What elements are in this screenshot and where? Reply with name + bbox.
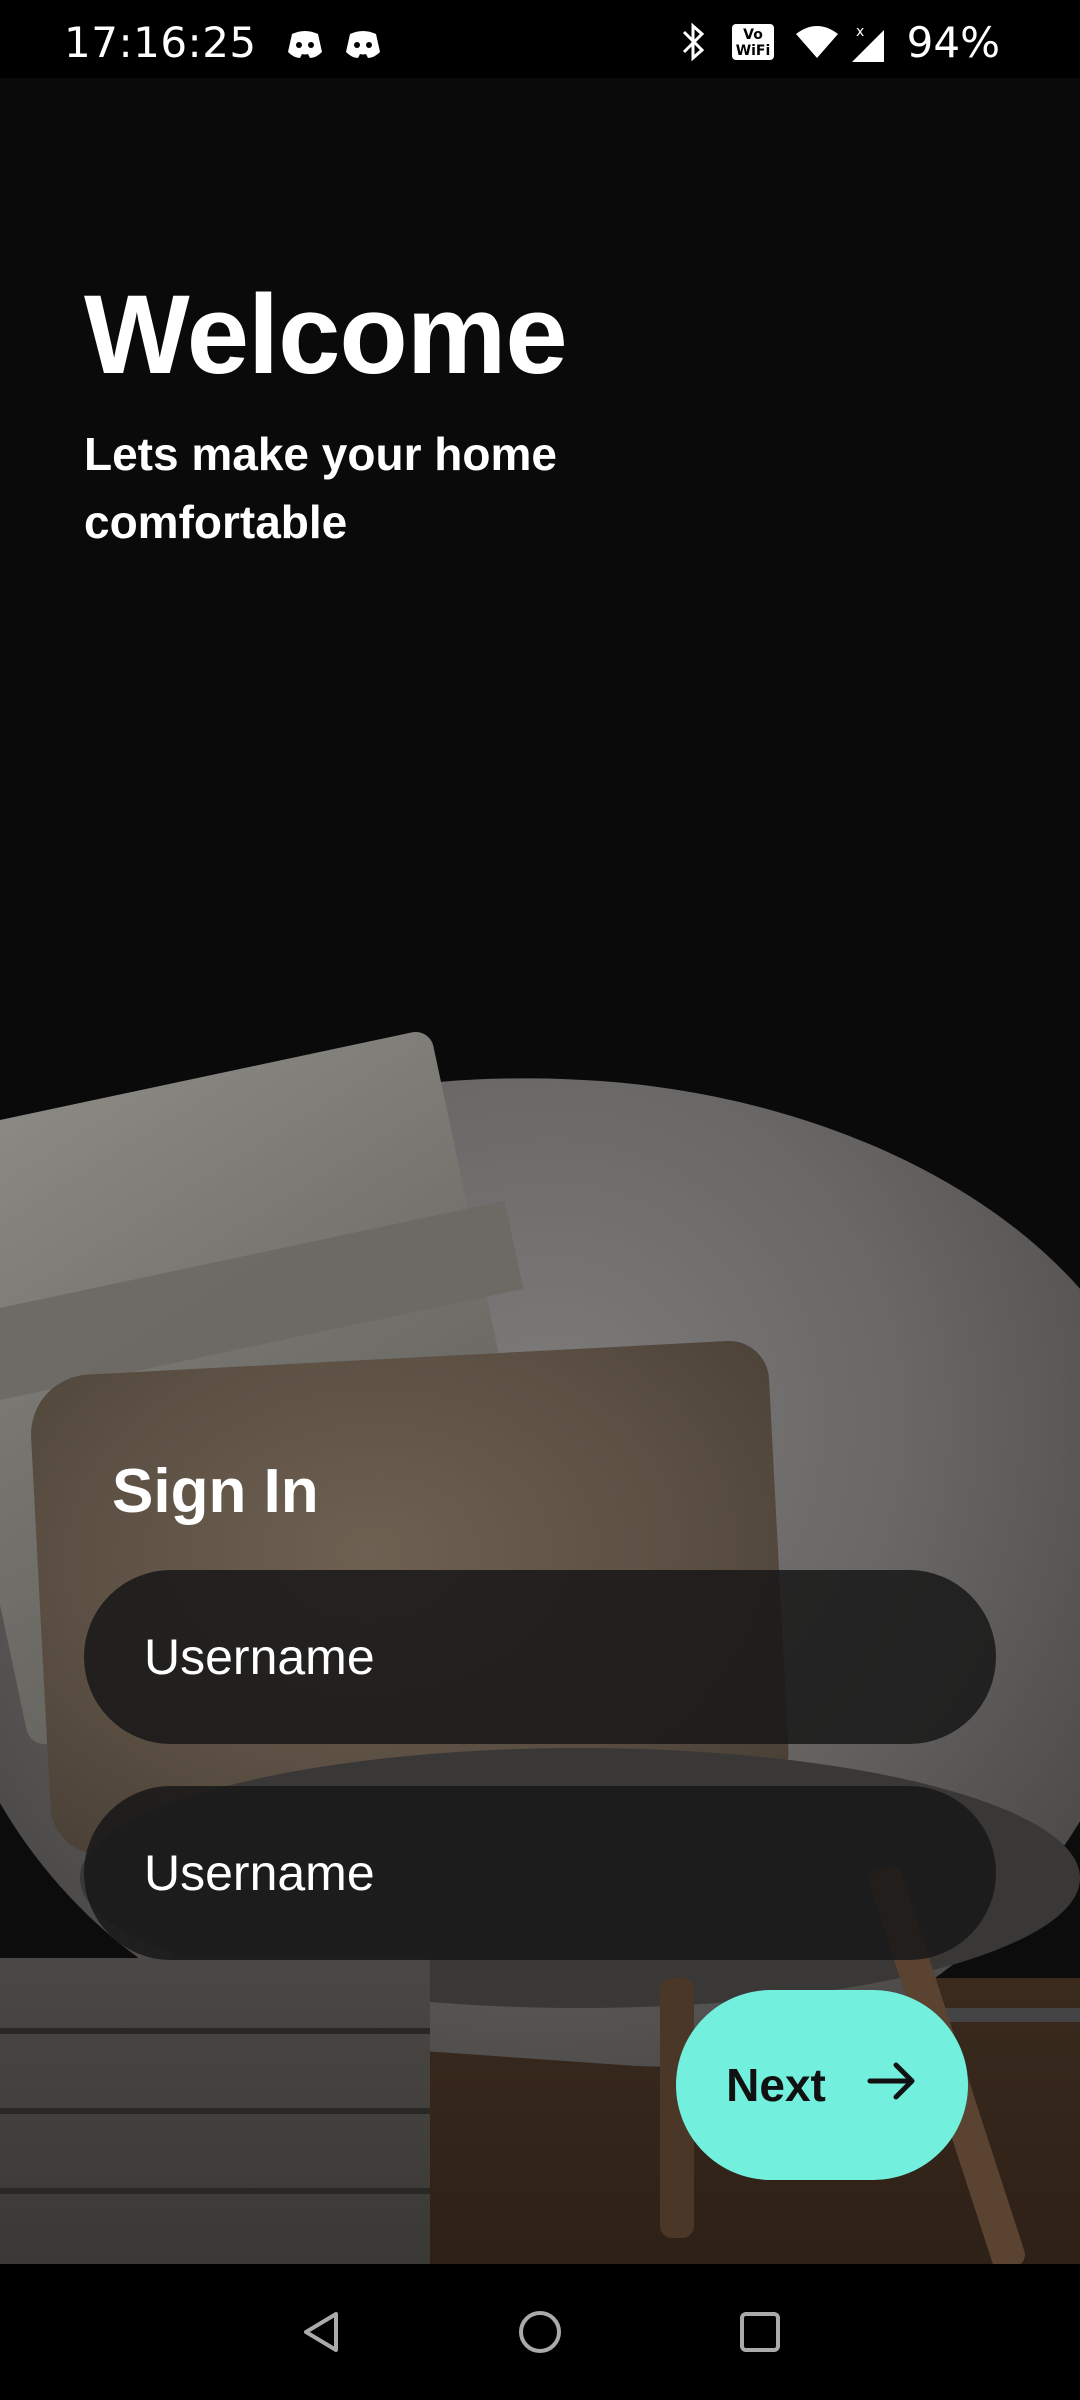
discord-icon xyxy=(344,28,382,60)
recents-icon[interactable] xyxy=(736,2308,784,2356)
next-button[interactable]: Next xyxy=(676,1990,968,2180)
wifi-icon xyxy=(794,22,840,66)
bluetooth-icon xyxy=(678,22,708,66)
back-icon[interactable] xyxy=(298,2308,346,2356)
home-icon[interactable] xyxy=(516,2308,564,2356)
crate-plank xyxy=(0,2028,430,2034)
password-field[interactable] xyxy=(84,1786,996,1960)
status-time: 17:16:25 xyxy=(64,18,257,67)
status-bar: 17:16:25 Vo WiFi x 94% xyxy=(0,0,1080,78)
svg-text:x: x xyxy=(856,24,864,40)
crate-plank xyxy=(0,2108,430,2114)
battery-level: 94% xyxy=(906,18,1000,67)
svg-text:Vo: Vo xyxy=(743,27,763,43)
svg-text:WiFi: WiFi xyxy=(736,43,771,59)
username-input[interactable] xyxy=(142,1627,926,1687)
page-subtitle: Lets make your home comfortable xyxy=(84,428,557,548)
arrow-right-icon xyxy=(866,2058,918,2112)
navigation-bar xyxy=(0,2264,1080,2400)
username-field[interactable] xyxy=(84,1570,996,1744)
signal-icon: x xyxy=(848,22,888,68)
vowifi-icon: Vo WiFi xyxy=(730,22,776,66)
crate-plank xyxy=(0,2188,430,2194)
next-button-label: Next xyxy=(726,2059,826,2111)
wooden-crate xyxy=(0,1958,430,2264)
password-input[interactable] xyxy=(142,1843,926,1903)
discord-icon xyxy=(286,28,324,60)
page-title: Welcome xyxy=(84,272,568,397)
sign-in-heading: Sign In xyxy=(112,1457,319,1526)
